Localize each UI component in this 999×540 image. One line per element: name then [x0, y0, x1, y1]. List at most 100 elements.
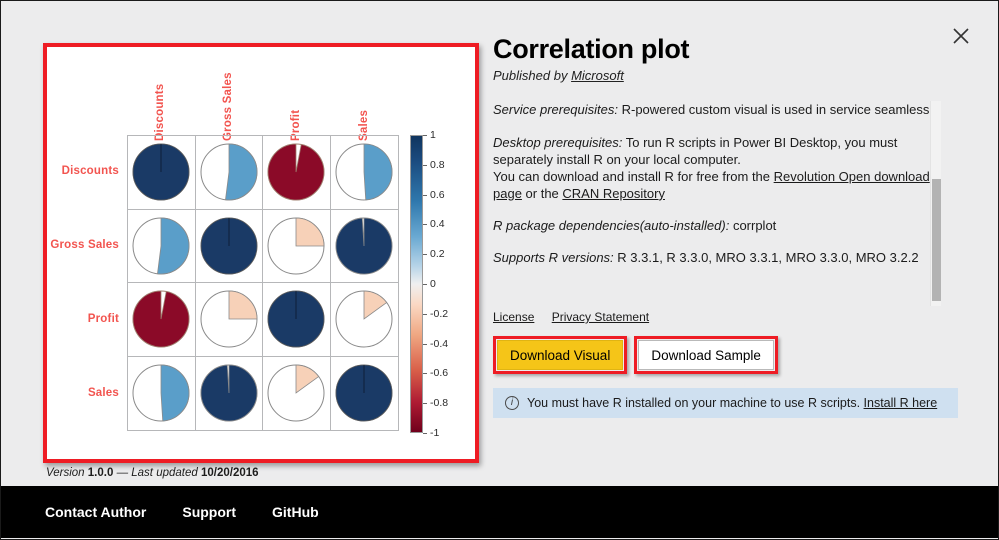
install-r-here-link[interactable]: Install R here [864, 396, 938, 410]
description-scroll-area: Service prerequisites: R-powered custom … [493, 101, 963, 307]
legend-tick-label: -0.6 [430, 367, 449, 380]
license-link[interactable]: License [493, 310, 534, 324]
pie-glyph [267, 290, 325, 348]
correlation-plot-card: Discounts Gross Sales Profit Sales Discount… [43, 43, 479, 463]
download-intro-text: You can download and install R for free … [493, 168, 774, 184]
matrix-cell [263, 356, 331, 430]
download-sample-highlight: Download Sample [634, 336, 778, 375]
matrix-cell [196, 356, 263, 430]
pie-glyph [132, 290, 190, 348]
column-label-discounts: Discounts [154, 83, 166, 141]
service-prereq-label: Service prerequisites: [493, 102, 618, 118]
description-text: Service prerequisites: R-powered custom … [493, 101, 941, 306]
legend-tick [423, 135, 427, 136]
r-versions-label: Supports R versions: [493, 250, 614, 266]
version-prefix: Version [46, 467, 85, 479]
matrix-cell [128, 283, 196, 357]
desktop-prereq-label: Desktop prerequisites: [493, 134, 623, 150]
pie-glyph [200, 290, 258, 348]
pie-glyph [335, 143, 393, 201]
version-separator: — [116, 467, 129, 479]
pie-glyph [335, 290, 393, 348]
column-label-gross-sales: Gross Sales [222, 72, 234, 141]
version-line: Version 1.0.0 — Last updated 10/20/2016 [46, 467, 259, 479]
matrix-cell [263, 136, 331, 210]
matrix-cell [330, 136, 398, 210]
package-deps-label: R package dependencies(auto-installed): [493, 218, 730, 234]
row-label-profit: Profit [87, 313, 119, 325]
legend-tick-label: -1 [430, 427, 440, 439]
matrix-cell [195, 136, 263, 210]
color-legend-bar [410, 135, 423, 433]
legend-tick-label: -0.4 [430, 337, 449, 350]
page-title: Correlation plot [493, 34, 690, 64]
scrollbar-thumb[interactable] [932, 179, 941, 302]
last-updated-label: Last updated [131, 467, 198, 479]
legend-tick-label: 0 [430, 278, 436, 290]
pie-glyph [200, 364, 258, 422]
matrix-cell [128, 209, 196, 283]
legend-tick-label: 0.4 [430, 218, 445, 231]
row-label-discounts: Discounts [61, 165, 119, 177]
r-versions-text: R 3.3.1, R 3.3.0, MRO 3.3.1, MRO 3.3.0, … [613, 250, 919, 266]
paragraph-r-versions: Supports R versions: R 3.3.1, R 3.3.0, M… [493, 249, 941, 266]
pie-glyph [335, 364, 393, 422]
pie-glyph [335, 217, 393, 275]
pie-glyph [267, 217, 325, 275]
footer-link-contact-author[interactable]: Contact Author [45, 504, 146, 520]
legend-tick-label: -0.2 [430, 307, 449, 320]
info-icon: i [505, 396, 519, 411]
paragraph-package-deps: R package dependencies(auto-installed): … [493, 217, 941, 234]
pie-glyph [200, 217, 258, 275]
legend-tick [423, 313, 427, 315]
matrix-cell [195, 283, 263, 357]
matrix-cell [128, 136, 196, 210]
pie-glyph [132, 143, 190, 201]
legend-tick-label: 0.2 [430, 248, 445, 261]
paragraph-desktop-prereq: Desktop prerequisites: To run R scripts … [493, 134, 941, 203]
legend-tick [423, 254, 427, 256]
legend-tick [423, 284, 427, 285]
description-scrollbar[interactable] [930, 101, 941, 307]
download-sample-button[interactable]: Download Sample [638, 340, 774, 371]
published-by-label: Published by [493, 68, 568, 84]
legend-tick [423, 224, 427, 226]
legend-tick-label: 0.6 [430, 188, 445, 201]
cran-repository-link[interactable]: CRAN Repository [562, 186, 665, 201]
privacy-statement-link[interactable]: Privacy Statement [552, 310, 649, 324]
visual-detail-dialog: Discounts Gross Sales Profit Sales Discount… [0, 0, 999, 540]
footer-link-support[interactable]: Support [182, 504, 236, 520]
r-required-notice: i You must have R installed on your mach… [493, 388, 958, 419]
matrix-cell [330, 210, 398, 283]
matrix-cell [330, 283, 398, 357]
matrix-cell [128, 356, 196, 430]
legend-tick [423, 373, 427, 375]
download-visual-highlight: Download Visual [493, 336, 628, 375]
pie-glyph [267, 143, 325, 201]
publisher-link[interactable]: Microsoft [571, 68, 624, 83]
legend-tick [423, 433, 427, 434]
last-updated-date: 10/20/2016 [200, 467, 259, 479]
footer-bar: Contact Author Support GitHub [1, 486, 998, 538]
row-label-sales: Sales [87, 387, 119, 399]
matrix-cell [263, 209, 331, 283]
correlation-matrix-grid [127, 135, 399, 431]
footer-link-github[interactable]: GitHub [272, 504, 319, 520]
pie-glyph [267, 364, 325, 422]
matrix-cell [331, 357, 399, 431]
matrix-cell [263, 283, 331, 357]
detail-pane: Correlation plot Published by Microsoft … [493, 35, 963, 455]
legend-tick-label: 0.8 [430, 158, 445, 171]
legend-tick-label: -0.8 [430, 397, 449, 410]
paragraph-service-prereq: Service prerequisites: R-powered custom … [493, 101, 941, 118]
download-button-row: Download Visual Download Sample [493, 336, 963, 375]
pie-glyph [200, 143, 258, 201]
download-visual-button[interactable]: Download Visual [497, 340, 624, 371]
service-prereq-text: R-powered custom visual is used in servi… [618, 102, 939, 118]
version-number: 1.0.0 [87, 467, 114, 479]
legal-links: License Privacy Statement [493, 310, 963, 324]
pie-glyph [132, 364, 190, 422]
legend-tick [423, 403, 427, 405]
color-legend: 1 0.8 0.6 0.4 0.2 0 -0.2 -0.4 -0.6 -0.8 -1 [410, 129, 470, 439]
correlation-plot: Discounts Gross Sales Profit Sales Discount… [47, 47, 475, 459]
